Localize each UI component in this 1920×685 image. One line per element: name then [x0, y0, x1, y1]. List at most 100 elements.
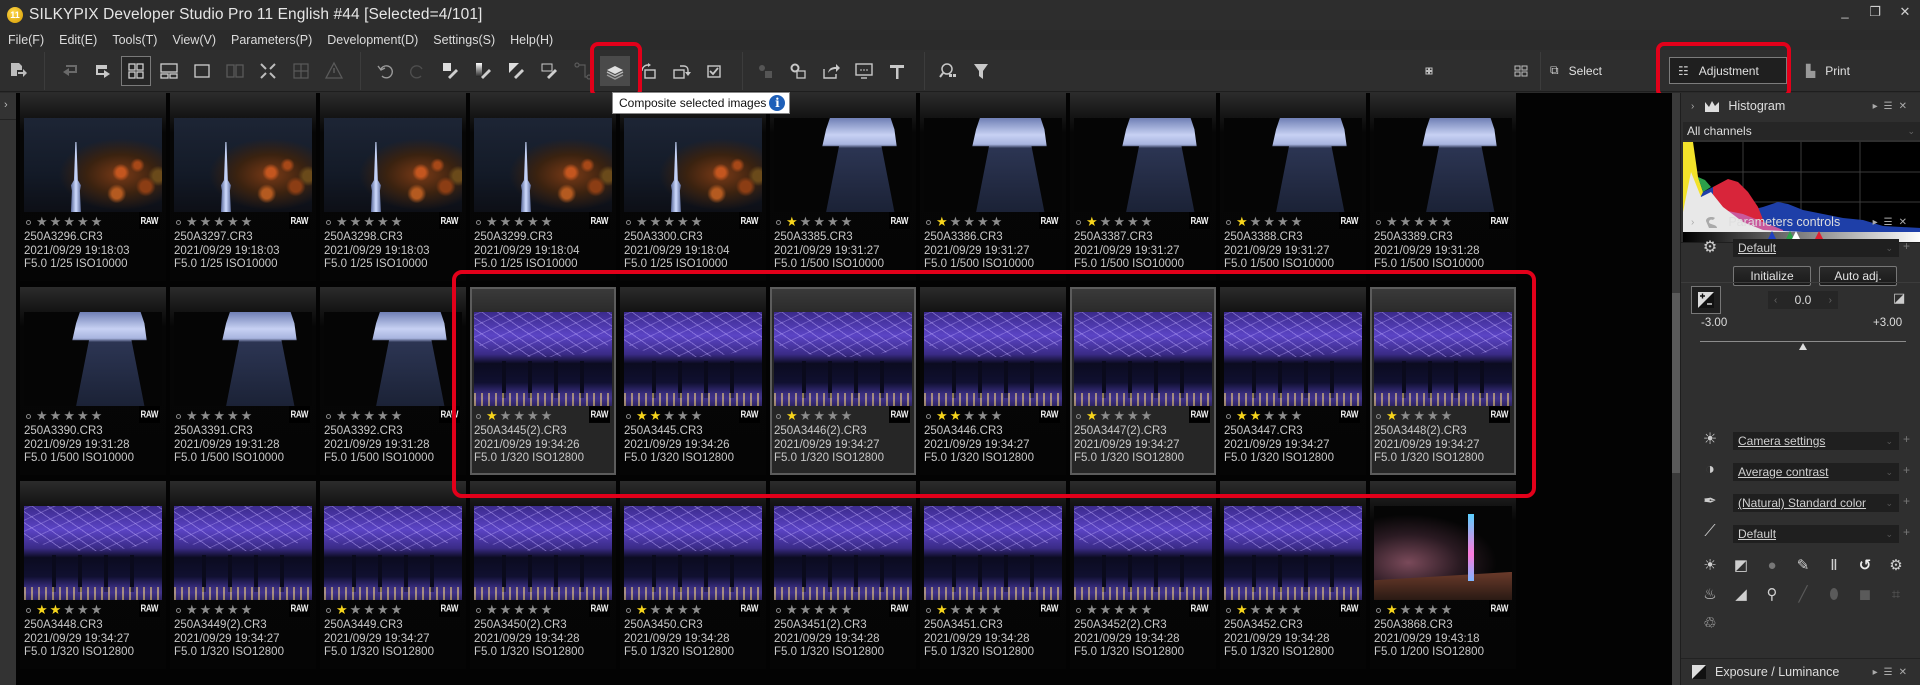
reject-mark-icon[interactable] — [1376, 219, 1381, 225]
star-icon[interactable]: ★ — [950, 215, 962, 229]
star-icon[interactable]: ★ — [77, 603, 89, 617]
star-icon[interactable]: ★ — [1441, 603, 1453, 617]
add-white-balance-button[interactable]: + — [1903, 432, 1913, 446]
auto-exposure-icon[interactable]: ◪ — [1893, 290, 1905, 306]
star-icon[interactable]: ★ — [1277, 603, 1289, 617]
star-icon[interactable]: ★ — [363, 603, 375, 617]
star-icon[interactable]: ★ — [813, 215, 825, 229]
star-rating[interactable]: ★ ★ ★ ★ ★ RAW — [24, 212, 162, 229]
star-icon[interactable]: ★ — [1141, 215, 1153, 229]
reject-mark-icon[interactable] — [626, 413, 631, 419]
menu-help[interactable]: Help(H) — [510, 33, 553, 47]
thumbnail-cell[interactable]: ★ ★ ★ ★ ★ RAW 250A3385.CR3 2021/09/29 19:31:27 F… — [770, 93, 916, 281]
crop-tool-icon[interactable]: ⌗ — [1885, 583, 1907, 605]
export-button[interactable] — [3, 56, 33, 86]
panel-menu-close-icons[interactable]: ▸☰✕ — [1873, 101, 1913, 112]
loupe-button[interactable] — [286, 56, 316, 86]
star-icon[interactable]: ★ — [213, 409, 225, 423]
reject-mark-icon[interactable] — [1226, 413, 1231, 419]
star-icon[interactable]: ★ — [1250, 603, 1262, 617]
thumbnail-image[interactable] — [324, 506, 462, 600]
reject-mark-icon[interactable] — [26, 219, 31, 225]
star-icon[interactable]: ★ — [1441, 215, 1453, 229]
star-icon[interactable]: ★ — [486, 409, 498, 423]
star-icon[interactable]: ★ — [1427, 409, 1439, 423]
thumbnail-image[interactable] — [1224, 118, 1362, 212]
filter-button[interactable] — [966, 56, 996, 86]
star-icon[interactable]: ★ — [1427, 215, 1439, 229]
mode-adjustment-button[interactable]: ☷ Adjustment — [1669, 57, 1787, 84]
star-icon[interactable]: ★ — [1113, 409, 1125, 423]
color-pick-tool-icon[interactable]: ✎ — [1792, 554, 1814, 576]
thumbnail-image[interactable] — [624, 312, 762, 406]
thumbnail-cell[interactable]: ★ ★ ★ ★ ★ RAW 250A3452(2).CR3 2021/09/29 19:34:… — [1070, 481, 1216, 669]
exposure-slider-handle[interactable] — [1799, 343, 1807, 350]
gear-plus-tool-icon[interactable]: ⚙ — [1885, 554, 1907, 576]
thumbnail-image[interactable] — [474, 118, 612, 212]
star-rating[interactable]: ★ ★ ★ ★ ★ RAW — [1374, 406, 1512, 423]
thumbnail-cell[interactable]: ★ ★ ★ ★ ★ RAW 250A3451.CR3 2021/09/29 19:34:28 F… — [920, 481, 1066, 669]
star-icon[interactable]: ★ — [1386, 215, 1398, 229]
star-rating[interactable]: ★ ★ ★ ★ ★ RAW — [474, 600, 612, 617]
star-rating[interactable]: ★ ★ ★ ★ ★ RAW — [1074, 600, 1212, 617]
thumbnail-image[interactable] — [24, 506, 162, 600]
star-icon[interactable]: ★ — [1263, 409, 1275, 423]
check-button[interactable] — [699, 56, 729, 86]
thumbnail-cell[interactable]: ★ ★ ★ ★ ★ RAW 250A3390.CR3 2021/09/29 19:31:28 F… — [20, 287, 166, 475]
thumbnail-image[interactable] — [1224, 506, 1362, 600]
thumbnail-cell[interactable]: ★ ★ ★ ★ ★ RAW 250A3451(2).CR3 2021/09/29 19:34:… — [770, 481, 916, 669]
thumbnail-cell[interactable]: ★ ★ ★ ★ ★ RAW 250A3391.CR3 2021/09/29 19:31:28 F… — [170, 287, 316, 475]
thumbnail-cell[interactable]: ★ ★ ★ ★ ★ RAW 250A3296.CR3 2021/09/29 19:18:03 F… — [20, 93, 166, 281]
star-rating[interactable]: ★ ★ ★ ★ ★ RAW — [924, 406, 1062, 423]
star-rating[interactable]: ★ ★ ★ ★ ★ RAW — [1374, 600, 1512, 617]
thumbnail-cell[interactable]: ★ ★ ★ ★ ★ RAW 250A3388.CR3 2021/09/29 19:31:27 F… — [1220, 93, 1366, 281]
find-button[interactable] — [933, 56, 963, 86]
star-icon[interactable]: ★ — [1236, 215, 1248, 229]
menu-settings[interactable]: Settings(S) — [433, 33, 495, 47]
star-icon[interactable]: ★ — [241, 603, 253, 617]
rotate-left-button[interactable] — [633, 56, 663, 86]
star-icon[interactable]: ★ — [691, 215, 703, 229]
reject-mark-icon[interactable] — [476, 219, 481, 225]
reject-mark-icon[interactable] — [1076, 219, 1081, 225]
color-select[interactable]: (Natural) Standard color ⌄ — [1733, 494, 1899, 512]
star-icon[interactable]: ★ — [1277, 409, 1289, 423]
exposure-tool-icon[interactable]: ☀ — [1699, 554, 1721, 576]
star-icon[interactable]: ★ — [1277, 215, 1289, 229]
reject-mark-icon[interactable] — [776, 219, 781, 225]
star-icon[interactable]: ★ — [677, 409, 689, 423]
star-icon[interactable]: ★ — [800, 409, 812, 423]
star-icon[interactable]: ★ — [636, 409, 648, 423]
color-ball-tool-icon[interactable]: ● — [1761, 554, 1783, 576]
star-icon[interactable]: ★ — [786, 603, 798, 617]
star-icon[interactable]: ★ — [377, 603, 389, 617]
reject-mark-icon[interactable] — [476, 607, 481, 613]
star-icon[interactable]: ★ — [1086, 409, 1098, 423]
star-icon[interactable]: ★ — [1400, 603, 1412, 617]
reject-mark-icon[interactable] — [326, 607, 331, 613]
histogram-header[interactable]: › Histogram ▸☰✕ — [1681, 95, 1920, 117]
star-icon[interactable]: ★ — [541, 603, 553, 617]
star-icon[interactable]: ★ — [786, 409, 798, 423]
exposure-bias-button[interactable] — [1691, 286, 1721, 314]
compare-view-button[interactable] — [220, 56, 250, 86]
star-rating[interactable]: ★ ★ ★ ★ ★ RAW — [324, 600, 462, 617]
star-icon[interactable]: ★ — [1086, 215, 1098, 229]
star-rating[interactable]: ★ ★ ★ ★ ★ RAW — [1074, 212, 1212, 229]
star-icon[interactable]: ★ — [186, 603, 198, 617]
parameters-header[interactable]: › Parameters controls ▸☰✕ — [1681, 211, 1920, 233]
clone-tool-icon[interactable]: ◼ — [1854, 583, 1876, 605]
thumbnail-image[interactable] — [924, 118, 1062, 212]
star-icon[interactable]: ★ — [677, 215, 689, 229]
star-icon[interactable]: ★ — [650, 603, 662, 617]
thumbnail-cell[interactable]: ★ ★ ★ ★ ★ RAW 250A3387.CR3 2021/09/29 19:31:27 F… — [1070, 93, 1216, 281]
star-icon[interactable]: ★ — [336, 409, 348, 423]
scrollbar-thumb[interactable] — [1672, 293, 1680, 473]
star-icon[interactable]: ★ — [977, 603, 989, 617]
star-icon[interactable]: ★ — [91, 215, 103, 229]
initialize-button[interactable]: Initialize — [1733, 266, 1811, 286]
star-icon[interactable]: ★ — [63, 603, 75, 617]
star-icon[interactable]: ★ — [63, 215, 75, 229]
white-balance-select[interactable]: Camera settings ⌄ — [1733, 432, 1899, 450]
healing-tool-icon[interactable]: ⬮ — [1823, 583, 1845, 605]
